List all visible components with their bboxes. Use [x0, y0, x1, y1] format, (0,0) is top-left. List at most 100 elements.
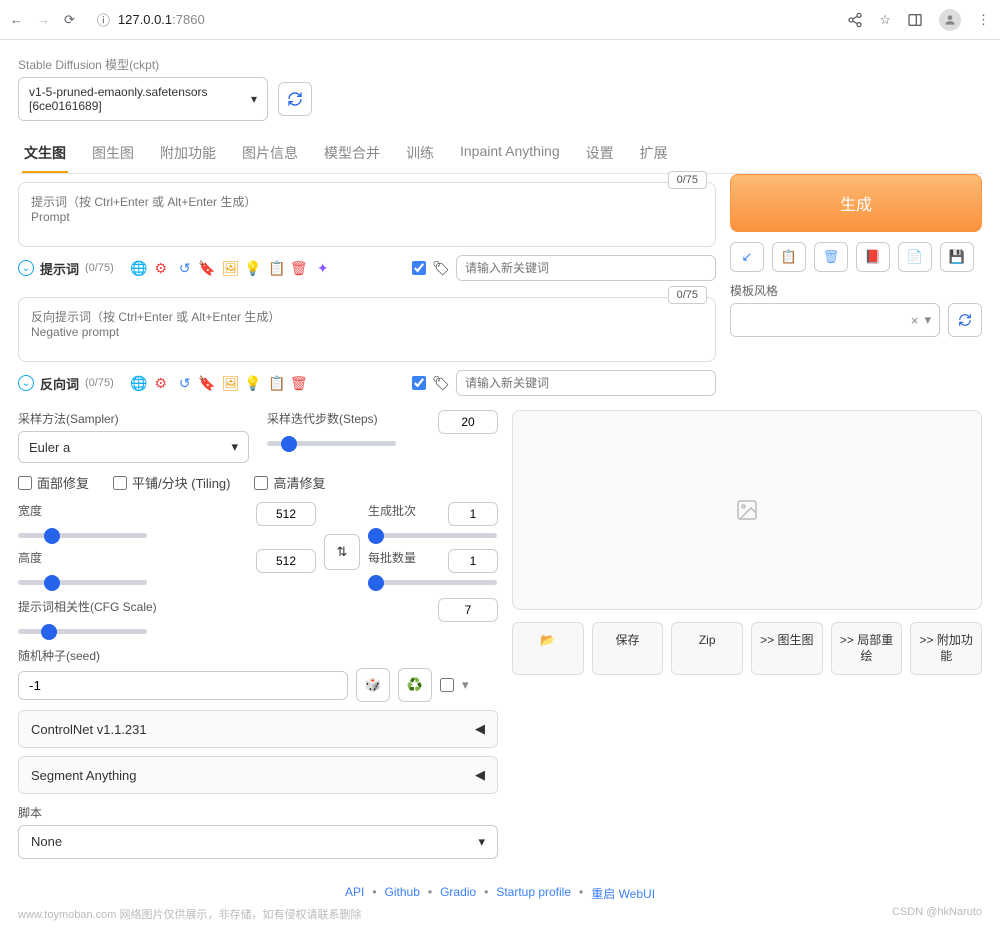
tab-8[interactable]: 扩展 [638, 135, 670, 173]
url-bar[interactable]: ⓘ 127.0.0.1:7860 [87, 6, 835, 33]
chevron-down-icon[interactable]: ⌄ [18, 375, 34, 391]
seed-label: 随机种子(seed) [18, 647, 498, 664]
reload-icon[interactable]: ⟳ [64, 12, 75, 28]
steps-value[interactable] [438, 410, 498, 434]
style-select[interactable]: × ▾ [730, 303, 940, 337]
book-button[interactable]: 📕 [856, 242, 890, 272]
width-value[interactable] [256, 502, 316, 526]
neg-prompt-input[interactable] [31, 308, 703, 348]
bookmark-icon[interactable]: 🔖 [198, 259, 216, 277]
tab-5[interactable]: 训练 [404, 135, 436, 173]
tag-icon: 🏷 [432, 259, 450, 277]
output-button-3[interactable]: >> 图生图 [751, 622, 823, 675]
image-icon [735, 498, 759, 522]
hires-checkbox[interactable]: 高清修复 [254, 473, 325, 492]
cfg-slider[interactable] [18, 629, 147, 634]
light-icon[interactable]: 💡 [244, 259, 262, 277]
globe-icon[interactable]: 🌐 [130, 259, 148, 277]
model-select[interactable]: v1-5-pruned-emaonly.safetensors [6ce0161… [18, 77, 268, 121]
neg-keyword-input[interactable] [456, 370, 716, 396]
globe-icon[interactable]: 🌐 [130, 374, 148, 392]
refresh-model-button[interactable] [278, 82, 312, 116]
menu-icon[interactable]: ⋮ [977, 12, 990, 28]
trash-icon[interactable]: 🗑 [290, 374, 308, 392]
image-icon[interactable]: 🖼 [222, 374, 240, 392]
output-button-1[interactable]: 保存 [592, 622, 664, 675]
sampler-select[interactable]: Euler a ▾ [18, 431, 249, 463]
seed-input[interactable] [18, 671, 348, 700]
gear-icon[interactable]: ⚙ [152, 374, 170, 392]
footer-link-4[interactable]: 重启 WebUI [591, 885, 655, 902]
prompt-box: 0/75 [18, 182, 716, 247]
save-button[interactable]: 💾 [940, 242, 974, 272]
script-select[interactable]: None ▾ [18, 825, 498, 859]
history-icon[interactable]: ↺ [176, 374, 194, 392]
batch-count-value[interactable] [448, 502, 498, 526]
output-button-0[interactable]: 📂 [512, 622, 584, 675]
cfg-value[interactable] [438, 598, 498, 622]
chevron-down-icon[interactable]: ▾ [462, 677, 469, 693]
width-slider[interactable] [18, 533, 147, 538]
paste-button[interactable]: 📄 [898, 242, 932, 272]
gear-icon[interactable]: ⚙ [152, 259, 170, 277]
tab-7[interactable]: 设置 [584, 135, 616, 173]
trash-button[interactable]: 🗑 [814, 242, 848, 272]
segment-accordion[interactable]: Segment Anything ◀ [18, 756, 498, 794]
share-icon[interactable] [847, 12, 863, 28]
history-icon[interactable]: ↺ [176, 259, 194, 277]
chevron-down-icon[interactable]: ⌄ [18, 260, 34, 276]
cfg-label: 提示词相关性(CFG Scale) [18, 598, 157, 618]
tab-6[interactable]: Inpaint Anything [458, 135, 562, 173]
footer-link-2[interactable]: Gradio [440, 885, 476, 902]
clipboard-button[interactable]: 📋 [772, 242, 806, 272]
arrow-in-button[interactable]: ↙ [730, 242, 764, 272]
batch-count-slider[interactable] [368, 533, 497, 538]
keyword-checkbox[interactable] [412, 261, 426, 275]
face-restore-checkbox[interactable]: 面部修复 [18, 473, 89, 492]
batch-size-value[interactable] [448, 549, 498, 573]
tiling-checkbox[interactable]: 平铺/分块 (Tiling) [113, 473, 230, 492]
tab-0[interactable]: 文生图 [22, 135, 68, 173]
nav-arrows: ← → ⟳ [10, 12, 75, 28]
output-button-5[interactable]: >> 附加功能 [910, 622, 982, 675]
batch-size-slider[interactable] [368, 580, 497, 585]
star-icon[interactable]: ☆ [879, 12, 891, 28]
height-slider[interactable] [18, 580, 147, 585]
neg-prompt-toolbar: ⌄ 反向词 (0/75) 🌐 ⚙ ↺ 🔖 🖼 💡 📋 🗑 [18, 370, 716, 396]
footer-link-0[interactable]: API [345, 885, 364, 902]
output-actions: 📂保存Zip>> 图生图>> 局部重绘>> 附加功能 [512, 622, 982, 675]
output-button-4[interactable]: >> 局部重绘 [831, 622, 903, 675]
swap-dims-button[interactable]: ⇅ [324, 534, 360, 570]
height-value[interactable] [256, 549, 316, 573]
browser-actions: ☆ ⋮ [847, 9, 990, 31]
tab-4[interactable]: 模型合并 [322, 135, 382, 173]
prompt-toolbar-count: (0/75) [85, 262, 114, 274]
dice-button[interactable]: 🎲 [356, 668, 390, 702]
prompt-input[interactable] [31, 193, 703, 233]
recycle-button[interactable]: ♻️ [398, 668, 432, 702]
keyword-input[interactable] [456, 255, 716, 281]
tab-1[interactable]: 图生图 [90, 135, 136, 173]
trash-icon[interactable]: 🗑 [290, 259, 308, 277]
copy-icon[interactable]: 📋 [268, 374, 286, 392]
tab-2[interactable]: 附加功能 [158, 135, 218, 173]
avatar[interactable] [939, 9, 961, 31]
seed-extra-checkbox[interactable] [440, 678, 454, 692]
refresh-style-button[interactable] [948, 303, 982, 337]
close-icon[interactable]: × [911, 313, 919, 328]
bookmark-icon[interactable]: 🔖 [198, 374, 216, 392]
copy-icon[interactable]: 📋 [268, 259, 286, 277]
image-icon[interactable]: 🖼 [222, 259, 240, 277]
generate-button[interactable]: 生成 [730, 174, 982, 232]
steps-slider[interactable] [267, 441, 396, 446]
controlnet-accordion[interactable]: ControlNet v1.1.231 ◀ [18, 710, 498, 748]
output-button-2[interactable]: Zip [671, 622, 743, 675]
footer-link-3[interactable]: Startup profile [496, 885, 571, 902]
footer-link-1[interactable]: Github [385, 885, 420, 902]
ai-icon[interactable]: ✦ [314, 259, 332, 277]
panel-icon[interactable] [907, 12, 923, 28]
neg-keyword-checkbox[interactable] [412, 376, 426, 390]
back-icon[interactable]: ← [10, 12, 23, 28]
light-icon[interactable]: 💡 [244, 374, 262, 392]
tab-3[interactable]: 图片信息 [240, 135, 300, 173]
